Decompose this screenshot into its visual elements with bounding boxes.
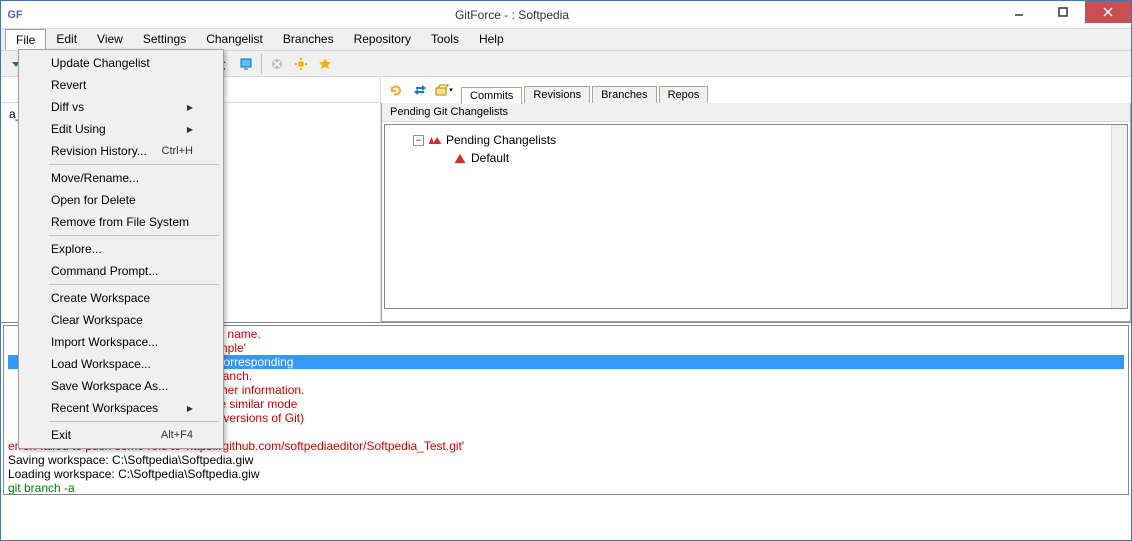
- menu-item-import-workspace[interactable]: Import Workspace...: [21, 331, 221, 353]
- menu-item-remove-from-file-system[interactable]: Remove from File System: [21, 211, 221, 233]
- menu-item-diff-vs[interactable]: Diff vs ▶: [21, 96, 221, 118]
- right-pane-toolbar: ▾: [381, 77, 459, 103]
- right-pane: ▾ CommitsRevisionsBranchesRepos Pending …: [381, 77, 1131, 322]
- menu-item-update-changelist[interactable]: Update Changelist: [21, 52, 221, 74]
- menu-item-label: Open for Delete: [51, 193, 136, 207]
- menu-branches[interactable]: Branches: [273, 29, 344, 50]
- menu-item-label: Update Changelist: [51, 56, 150, 70]
- menu-item-shortcut: Alt+F4: [161, 429, 193, 441]
- menu-item-label: Import Workspace...: [51, 335, 158, 349]
- close-button[interactable]: [1085, 1, 1131, 23]
- menu-item-explore[interactable]: Explore...: [21, 238, 221, 260]
- gear-icon[interactable]: [290, 53, 312, 75]
- menu-item-label: Remove from File System: [51, 215, 189, 229]
- menu-item-label: Exit: [51, 428, 71, 442]
- tree-root-label: Pending Changelists: [446, 133, 556, 147]
- menu-item-shortcut: Ctrl+H: [162, 145, 193, 157]
- menu-item-clear-workspace[interactable]: Clear Workspace: [21, 309, 221, 331]
- menu-changelist[interactable]: Changelist: [196, 29, 273, 50]
- pyramid-icon: [428, 135, 442, 146]
- titlebar: GF GitForce - : Softpedia: [1, 1, 1131, 29]
- toolbar-separator: [261, 54, 262, 74]
- tree-child-row[interactable]: Default: [393, 149, 1119, 167]
- menu-view[interactable]: View: [87, 29, 133, 50]
- menu-item-save-workspace-as[interactable]: Save Workspace As...: [21, 375, 221, 397]
- submenu-arrow-icon: ▶: [187, 404, 193, 413]
- tree-child-label: Default: [471, 151, 509, 165]
- menu-item-label: Diff vs: [51, 100, 84, 114]
- menu-separator: [49, 421, 219, 422]
- menu-item-recent-workspaces[interactable]: Recent Workspaces ▶: [21, 397, 221, 419]
- console-line: Loading workspace: C:\Softpedia\Softpedi…: [8, 467, 1124, 481]
- menu-repository[interactable]: Repository: [344, 29, 421, 50]
- menu-file[interactable]: File: [5, 29, 46, 50]
- tree-expander[interactable]: −: [413, 135, 424, 146]
- menu-item-command-prompt[interactable]: Command Prompt...: [21, 260, 221, 282]
- menu-help[interactable]: Help: [469, 29, 514, 50]
- star-icon[interactable]: [314, 53, 336, 75]
- scrollbar[interactable]: [1111, 125, 1127, 308]
- menu-item-revert[interactable]: Revert: [21, 74, 221, 96]
- menu-item-open-for-delete[interactable]: Open for Delete: [21, 189, 221, 211]
- menu-item-label: Save Workspace As...: [51, 379, 168, 393]
- monitor-icon[interactable]: [235, 53, 257, 75]
- menubar: FileEditViewSettingsChangelistBranchesRe…: [1, 29, 1131, 51]
- right-pane-header: Pending Git Changelists: [382, 103, 1130, 122]
- tab-revisions[interactable]: Revisions: [524, 86, 590, 103]
- menu-item-move-rename[interactable]: Move/Rename...: [21, 167, 221, 189]
- menu-item-label: Revision History...: [51, 144, 147, 158]
- swap-icon[interactable]: [409, 79, 431, 101]
- submenu-arrow-icon: ▶: [187, 125, 193, 134]
- file-menu-dropdown: Update ChangelistRevertDiff vs▶Edit Usin…: [18, 49, 224, 449]
- menu-item-create-workspace[interactable]: Create Workspace: [21, 287, 221, 309]
- menu-separator: [49, 235, 219, 236]
- pyramid-icon: [453, 153, 467, 164]
- menu-item-revision-history[interactable]: Revision History... Ctrl+H: [21, 140, 221, 162]
- menu-item-label: Move/Rename...: [51, 171, 139, 185]
- right-tabs: CommitsRevisionsBranchesRepos: [459, 81, 710, 103]
- menu-item-label: Create Workspace: [51, 291, 150, 305]
- menu-item-load-workspace[interactable]: Load Workspace...: [21, 353, 221, 375]
- cancel-icon[interactable]: [266, 53, 288, 75]
- menu-edit[interactable]: Edit: [46, 29, 87, 50]
- menu-item-label: Command Prompt...: [51, 264, 158, 278]
- menu-item-label: Edit Using: [51, 122, 106, 136]
- console-line: Saving workspace: C:\Softpedia\Softpedia…: [8, 453, 1124, 467]
- menu-item-label: Recent Workspaces: [51, 401, 158, 415]
- changelist-tree[interactable]: − Pending Changelists Default: [384, 124, 1128, 309]
- menu-tools[interactable]: Tools: [421, 29, 469, 50]
- folder-open-icon[interactable]: ▾: [433, 79, 455, 101]
- tab-branches[interactable]: Branches: [592, 86, 656, 103]
- refresh-blue-icon[interactable]: [385, 79, 407, 101]
- tree-root-row[interactable]: − Pending Changelists: [393, 131, 1119, 149]
- submenu-arrow-icon: ▶: [187, 103, 193, 112]
- maximize-button[interactable]: [1041, 1, 1085, 23]
- menu-item-label: Clear Workspace: [51, 313, 143, 327]
- minimize-button[interactable]: [997, 1, 1041, 23]
- menu-separator: [49, 284, 219, 285]
- menu-item-edit-using[interactable]: Edit Using ▶: [21, 118, 221, 140]
- window-controls: [997, 1, 1131, 28]
- menu-separator: [49, 164, 219, 165]
- menu-settings[interactable]: Settings: [133, 29, 196, 50]
- menu-item-label: Load Workspace...: [51, 357, 151, 371]
- menu-item-exit[interactable]: Exit Alt+F4: [21, 424, 221, 446]
- tab-repos[interactable]: Repos: [659, 86, 709, 103]
- window-title: GitForce - : Softpedia: [27, 8, 997, 22]
- menu-item-label: Revert: [51, 78, 86, 92]
- menu-item-label: Explore...: [51, 242, 102, 256]
- app-icon: GF: [7, 7, 23, 23]
- tab-commits[interactable]: Commits: [461, 87, 522, 104]
- console-line: git branch -a: [8, 481, 1124, 495]
